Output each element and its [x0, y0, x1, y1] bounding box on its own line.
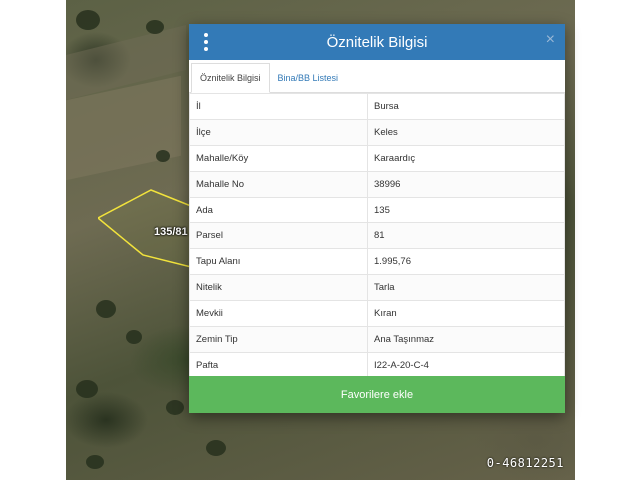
- attribute-value: 38996: [367, 170, 565, 198]
- tab-attribute-info[interactable]: Öznitelik Bilgisi: [191, 63, 270, 93]
- attribute-table: İl Bursa İlçe Keles Mahalle/Köy Karaardı…: [189, 93, 565, 379]
- table-row: Zemin Tip Ana Taşınmaz: [189, 326, 565, 353]
- attribute-value: Tarla: [367, 274, 565, 302]
- image-watermark: 0-46812251: [486, 456, 564, 470]
- table-row: Ada 135: [189, 196, 565, 224]
- attribute-value: Ana Taşınmaz: [367, 326, 565, 353]
- attribute-key: Mahalle/Köy: [189, 144, 368, 172]
- table-row: Tapu Alanı 1.995,76: [189, 248, 565, 276]
- attribute-value: I22-A-20-C-4: [367, 351, 565, 379]
- map-tree: [146, 20, 164, 34]
- attribute-key: Mahalle No: [189, 170, 368, 198]
- dialog-header: Öznitelik Bilgisi ×: [189, 24, 565, 60]
- map-tree: [96, 300, 116, 318]
- attribute-key: Tapu Alanı: [189, 248, 368, 276]
- table-row: Mevkii Kıran: [189, 300, 565, 328]
- map-tree: [166, 400, 184, 415]
- attribute-value: 135: [367, 196, 565, 224]
- attribute-value: 81: [367, 222, 565, 250]
- attribute-key: İl: [189, 93, 368, 120]
- dialog-tabs: Öznitelik Bilgisi Bina/BB Listesi: [189, 60, 565, 93]
- table-row: İlçe Keles: [189, 118, 565, 146]
- add-to-favorites-button[interactable]: Favorilere ekle: [189, 376, 565, 413]
- attribute-value: Bursa: [367, 93, 565, 120]
- attribute-key: Pafta: [189, 351, 368, 379]
- table-row: Parsel 81: [189, 222, 565, 250]
- attribute-value: Kıran: [367, 300, 565, 328]
- attribute-key: İlçe: [189, 118, 368, 146]
- vertical-dots-icon[interactable]: [201, 33, 211, 51]
- map-tree: [76, 10, 100, 30]
- table-row: Nitelik Tarla: [189, 274, 565, 302]
- close-icon[interactable]: ×: [546, 31, 555, 49]
- map-tree: [76, 380, 98, 398]
- attribute-value: Karaardıç: [367, 144, 565, 172]
- attribute-key: Zemin Tip: [189, 326, 368, 353]
- map-tree: [126, 330, 142, 344]
- attribute-key: Ada: [189, 196, 368, 224]
- dialog-title: Öznitelik Bilgisi: [326, 33, 428, 51]
- map-tree: [86, 455, 104, 469]
- table-row: Pafta I22-A-20-C-4: [189, 351, 565, 379]
- map-tree: [156, 150, 170, 162]
- tab-building-list[interactable]: Bina/BB Listesi: [270, 64, 347, 92]
- table-row: Mahalle/Köy Karaardıç: [189, 144, 565, 172]
- parcel-label: 135/81: [154, 226, 188, 238]
- attribute-key: Parsel: [189, 222, 368, 250]
- table-row: İl Bursa: [189, 93, 565, 120]
- attribute-dialog: Öznitelik Bilgisi × Öznitelik Bilgisi Bi…: [189, 24, 565, 413]
- table-row: Mahalle No 38996: [189, 170, 565, 198]
- map-tree: [206, 440, 226, 456]
- attribute-value: 1.995,76: [367, 248, 565, 276]
- attribute-key: Mevkii: [189, 300, 368, 328]
- attribute-value: Keles: [367, 118, 565, 146]
- attribute-key: Nitelik: [189, 274, 368, 302]
